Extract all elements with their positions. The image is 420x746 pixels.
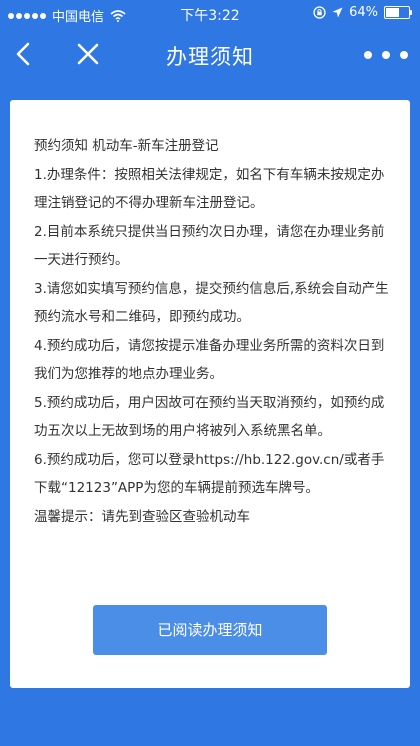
notice-item: 3.请您如实填写预约信息，提交预约信息后,系统会自动产生预约流水号和二维码，即预…: [34, 280, 389, 326]
notice-item: 1.办理条件：按照相关法律规定，如名下有车辆未按规定办理注销登记的不得办理新车注…: [34, 166, 385, 212]
notice-item: 5.预约成功后，用户因故可在预约当天取消预约，如预约成功五次以上无故到场的用户将…: [34, 394, 385, 440]
confirm-read-button[interactable]: 已阅读办理须知: [93, 605, 327, 655]
notice-heading: 预约须知 机动车-新车注册登记: [34, 138, 219, 154]
notice-item: 2.目前本系统只提供当日预约次日办理，请您在办理业务前一天进行预约。: [34, 223, 385, 269]
notice-item: 4.预约成功后，请您按提示准备办理业务所需的资料次日到我们为您推荐的地点办理业务…: [34, 337, 385, 383]
page-title: 办理须知: [166, 45, 254, 69]
status-bar: 中国电信 下午3:22 64%: [0, 0, 420, 28]
status-right: 64%: [313, 5, 412, 20]
notice-card: 预约须知 机动车-新车注册登记 1.办理条件：按照相关法律规定，如名下有车辆未按…: [10, 100, 410, 688]
battery-percent: 64%: [349, 5, 378, 20]
nav-bar: 办理须知: [0, 28, 420, 84]
notice-content: 预约须知 机动车-新车注册登记 1.办理条件：按照相关法律规定，如名下有车辆未按…: [34, 132, 390, 531]
battery-icon: [384, 6, 412, 19]
battery-level: [386, 8, 399, 17]
orientation-lock-icon: [313, 6, 326, 19]
more-icon[interactable]: [364, 42, 408, 68]
notice-item: 6.预约成功后，您可以登录https://hb.122.gov.cn/或者手下载…: [34, 451, 385, 497]
location-icon: [332, 7, 343, 18]
notice-reminder: 温馨提示：请先到查验区查验机动车: [34, 508, 250, 525]
